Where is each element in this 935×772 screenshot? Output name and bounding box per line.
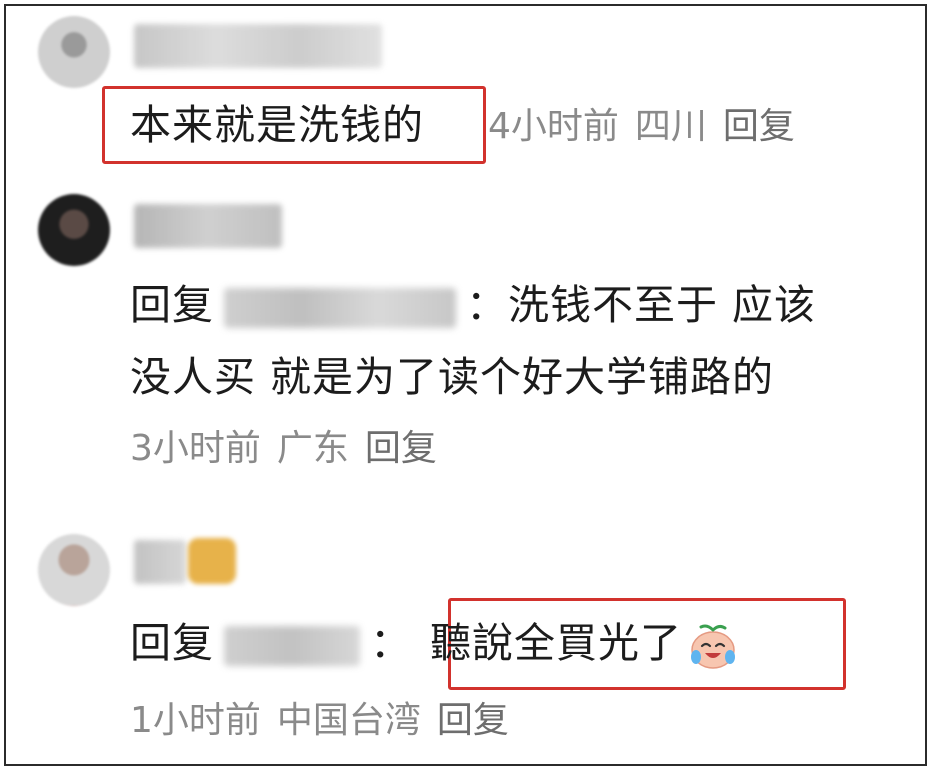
- comment-text-1: 本来就是洗钱的: [130, 101, 424, 149]
- crying-laugh-emoji-icon: [688, 621, 738, 671]
- reply-prefix-2[interactable]: 回复: [130, 281, 214, 329]
- comment-time-2: 3小时前: [130, 428, 261, 469]
- mentioned-user-blurred-2[interactable]: [224, 288, 456, 328]
- comment-location-3: 中国台湾: [276, 700, 421, 741]
- comment-text-3-body: 聽說全買光了: [430, 619, 682, 667]
- comment-text-2: 回复 ：洗钱不至于 应该: [130, 278, 816, 332]
- mentioned-user-blurred-3[interactable]: [224, 626, 360, 666]
- comment-time-3: 1小时前: [130, 700, 261, 741]
- comment-meta-1: 4小时前 四川 回复: [488, 104, 811, 150]
- comment-text-2-line1: ：洗钱不至于 应该: [466, 281, 817, 329]
- user-avatar-3[interactable]: [38, 534, 110, 606]
- reply-button-1[interactable]: 回复: [723, 106, 795, 147]
- user-avatar-1[interactable]: [38, 16, 110, 88]
- reply-prefix-3[interactable]: 回复: [130, 619, 214, 667]
- comment-location-2: 广东: [276, 428, 349, 469]
- username-blurred-2[interactable]: [134, 204, 282, 248]
- comment-text-2-line2: 没人买 就是为了读个好大学铺路的: [130, 353, 775, 401]
- comment-location-1: 四川: [634, 106, 707, 147]
- comment-time-1: 4小时前: [488, 106, 619, 147]
- username-blurred-1[interactable]: [134, 24, 382, 68]
- user-avatar-2[interactable]: [38, 194, 110, 266]
- reply-button-3[interactable]: 回复: [437, 700, 509, 741]
- username-badge-blurred-3: [188, 538, 236, 584]
- comment-text-3: 回复 ： 聽說全買光了: [130, 616, 738, 671]
- colon-3: ：: [370, 619, 412, 667]
- reply-button-2[interactable]: 回复: [365, 428, 437, 469]
- comment-thread-screenshot: 本来就是洗钱的 4小时前 四川 回复 回复 ：洗钱不至于 应该 没人买 就是为了读个好…: [4, 4, 927, 766]
- username-blurred-3[interactable]: [134, 540, 186, 584]
- comment-meta-2: 3小时前 广东 回复: [130, 426, 453, 472]
- comment-meta-3: 1小时前 中国台湾 回复: [130, 698, 525, 744]
